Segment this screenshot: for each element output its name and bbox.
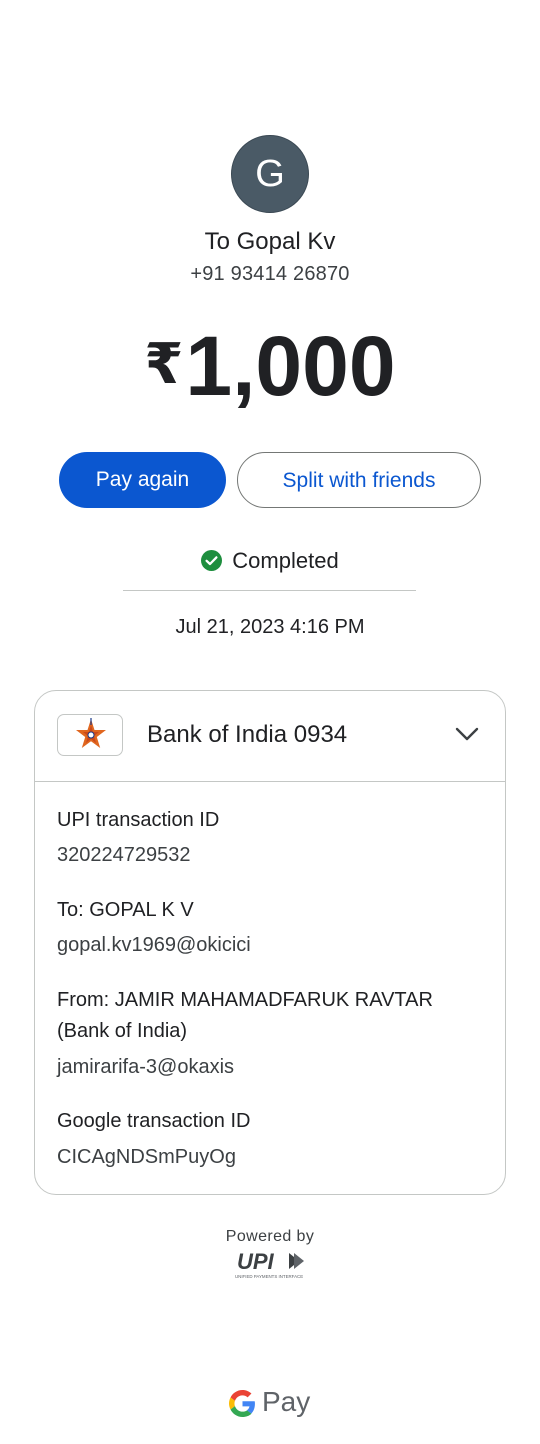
payment-amount: ₹1,000 [0,318,540,415]
bank-account-name: Bank of India 0934 [147,721,348,748]
chevron-down-icon[interactable] [455,726,479,747]
check-circle-icon [201,550,223,571]
status-divider [123,590,416,591]
split-with-friends-button[interactable]: Split with friends [237,452,481,508]
transaction-details-card: Bank of India 0934 UPI transaction ID 32… [34,690,506,1195]
upi-transaction-id-label: UPI transaction ID [57,809,220,831]
to-account-upi-id: gopal.kv1969@okicici [57,934,251,956]
from-account-upi-id: jamirarifa-3@okaxis [57,1056,235,1078]
status-row: Completed [0,548,540,574]
bank-account-row[interactable]: Bank of India 0934 [35,691,505,782]
bank-of-india-star-icon [57,714,123,756]
currency-symbol: ₹ [144,332,184,395]
to-account-label: To: GOPAL K V [57,899,194,921]
transaction-datetime: Jul 21, 2023 4:16 PM [175,616,365,638]
amount-value: 1,000 [185,319,396,413]
upi-transaction-id-value: 320224729532 [57,844,191,866]
svg-text:UPI: UPI [237,1250,275,1274]
gpay-label: Pay [262,1386,311,1417]
powered-by-text: Powered by [225,1228,315,1245]
upi-logo: UPI UNIFIED PAYMENTS INTERFACE [233,1249,309,1285]
recipient-phone: +91 93414 26870 [190,263,350,285]
recipient-name: To Gopal Kv [204,228,336,255]
pay-again-button[interactable]: Pay again [59,452,226,508]
google-transaction-id-label: Google transaction ID [57,1110,251,1132]
recipient-avatar: G [231,135,309,213]
google-pay-logo: Pay [229,1386,313,1422]
google-transaction-id-value: CICAgNDSmPuyOg [57,1146,236,1168]
from-account-label: From: JAMIR MAHAMADFARUK RAVTAR (Bank of… [57,989,433,1042]
google-g-icon [229,1390,256,1422]
svg-text:UNIFIED PAYMENTS INTERFACE: UNIFIED PAYMENTS INTERFACE [235,1274,303,1279]
status-text: Completed [232,548,339,573]
